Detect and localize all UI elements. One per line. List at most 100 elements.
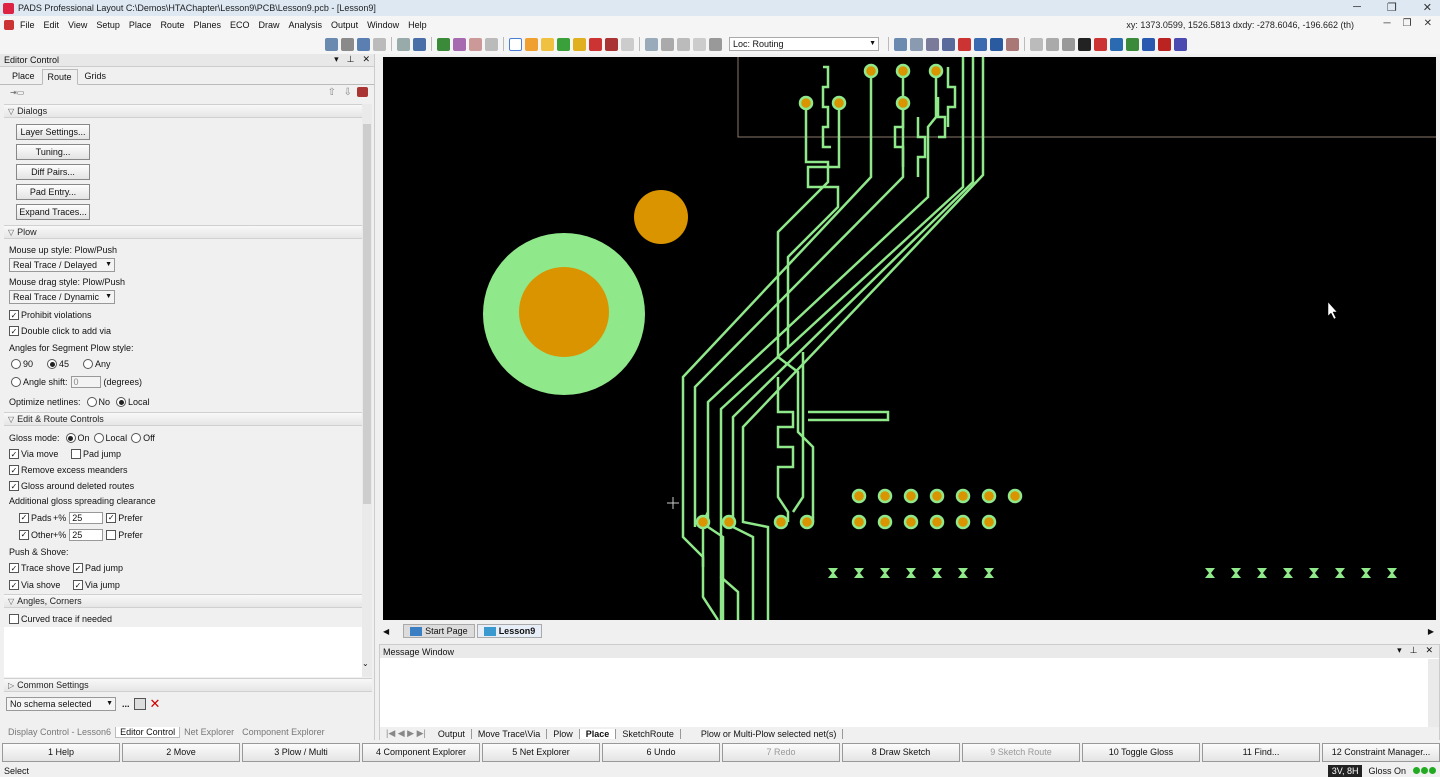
via-shove-checkbox[interactable]: ✓ [9,580,19,590]
fkey-2-move[interactable]: 2 Move [122,743,240,762]
pad-jump-checkbox[interactable] [71,449,81,459]
via-icon[interactable] [1142,37,1155,51]
tab-output[interactable]: Output [432,728,472,739]
restore-icon[interactable]: ❐ [1387,1,1397,14]
drc-icon[interactable] [589,37,602,51]
tab-component-explorer[interactable]: Component Explorer [238,727,329,737]
display-icon[interactable] [437,37,450,51]
editor-scrollbar[interactable] [362,104,372,677]
section-plow[interactable]: ▽ Plow [4,225,366,239]
view-icon[interactable] [469,37,482,51]
fkey-8-draw-sketch[interactable]: 8 Draw Sketch [842,743,960,762]
menu-view[interactable]: View [68,20,87,30]
corner-icon[interactable] [1094,37,1107,51]
move-up-icon[interactable]: ⇧ [328,87,336,98]
fkey-12-constraint-manager[interactable]: 12 Constraint Manager... [1322,743,1440,762]
angle-shift-input[interactable]: 0 [70,376,101,388]
gloss-icon[interactable] [974,37,987,51]
menu-output[interactable]: Output [331,20,358,30]
angle-45-radio[interactable] [47,359,58,369]
curved-checkbox[interactable] [9,614,19,624]
menu-help[interactable]: Help [408,20,427,30]
pcb-canvas[interactable] [383,57,1436,620]
tab-nav-icon[interactable]: |◀ ◀ ▶ ▶| [380,728,432,739]
tab-grids[interactable]: Grids [79,68,113,84]
gloss-on-radio[interactable] [65,433,76,443]
mdi-close-icon[interactable]: ✕ [1424,18,1432,29]
check-icon[interactable] [1158,37,1171,51]
array-icon[interactable] [926,37,939,51]
angle-shift-radio[interactable] [11,377,21,387]
expand-icon[interactable]: ⇥▭ [10,88,24,97]
component-icon[interactable] [894,37,907,51]
fkey-9-sketch-route[interactable]: 9 Sketch Route [962,743,1080,762]
pad-jump2-checkbox[interactable]: ✓ [73,563,83,573]
tab-lesson9[interactable]: Lesson9 [476,624,543,638]
tab-place[interactable]: Place [6,68,41,84]
optimize-no-radio[interactable] [86,397,97,407]
fkey-5-net-explorer[interactable]: 5 Net Explorer [482,743,600,762]
menu-planes[interactable]: Planes [193,20,221,30]
scrollbar-thumb[interactable] [363,124,371,504]
angle-90-radio[interactable] [11,359,21,369]
layer-settings-button[interactable]: Layer Settings... [16,124,90,140]
tuning-button[interactable]: Tuning... [16,144,90,160]
net-icon[interactable] [1078,37,1091,51]
fanout-icon[interactable] [990,37,1003,51]
pads-checkbox[interactable]: ✓ [19,512,29,523]
undo-icon[interactable] [357,37,370,51]
grid-icon[interactable] [485,37,498,51]
tab-route[interactable]: Route [41,69,78,85]
panel-menu-icon[interactable]: ▾ [334,54,339,65]
via-jump-checkbox[interactable]: ✓ [73,580,83,590]
fkey-3-plow[interactable]: 3 Plow / Multi [242,743,360,762]
menu-draw[interactable]: Draw [259,20,280,30]
trace-shove-checkbox[interactable]: ✓ [9,563,19,573]
close-icon[interactable]: ✕ [1423,1,1432,14]
gloss-off-radio[interactable] [131,433,142,443]
tab-sketchroute[interactable]: SketchRoute [616,728,681,739]
redo-icon[interactable] [373,37,386,51]
place-icon[interactable] [525,37,538,51]
diamond-icon[interactable] [557,37,570,51]
panel-menu-icon[interactable]: ▾ [1397,645,1402,656]
part-icon[interactable] [541,37,554,51]
prohibit-checkbox[interactable]: ✓ [9,310,19,320]
zoom-icon[interactable] [645,37,658,51]
tab-plow-selected-nets[interactable]: Plow or Multi-Plow selected net(s) [681,728,844,739]
tab-scroll-right-icon[interactable]: ▶ [1428,627,1434,636]
drc-off-icon[interactable] [605,37,618,51]
panel-close-icon[interactable]: ✕ [1425,645,1433,656]
schema-browse-button[interactable]: ... [122,699,130,709]
tab-display-control[interactable]: Display Control - Lesson6 [4,727,115,737]
fkey-7-redo[interactable]: 7 Redo [722,743,840,762]
tab-net-explorer[interactable]: Net Explorer [180,727,238,737]
fkey-6-undo[interactable]: 6 Undo [602,743,720,762]
section-edit-route[interactable]: ▽ Edit & Route Controls [4,412,366,426]
menu-route[interactable]: Route [160,20,184,30]
sketch-icon[interactable] [1062,37,1075,51]
menu-place[interactable]: Place [129,20,152,30]
delete-schema-icon[interactable]: ✕ [150,697,161,710]
location-dropdown[interactable]: Loc: Routing ▼ [729,37,879,51]
menu-edit[interactable]: Edit [44,20,60,30]
warning-icon[interactable] [573,37,586,51]
tab-editor-control[interactable]: Editor Control [115,726,181,738]
pads-prefer-checkbox[interactable]: ✓ [106,512,117,523]
diff-pairs-button[interactable]: Diff Pairs... [16,164,90,180]
doc-icon[interactable] [4,20,14,30]
double-click-checkbox[interactable]: ✓ [9,326,19,336]
minimize-icon[interactable]: ─ [1353,1,1361,14]
plow-icon[interactable] [1030,37,1043,51]
report-icon[interactable] [1174,37,1187,51]
angle-any-radio[interactable] [83,359,94,369]
zoom-fit-icon[interactable] [677,37,690,51]
tab-move-trace-via[interactable]: Move Trace\Via [472,728,548,739]
menu-analysis[interactable]: Analysis [289,20,323,30]
fkey-1-help[interactable]: 1 Help [2,743,120,762]
move-down-icon[interactable]: ⇩ [344,87,352,98]
hug-icon[interactable] [1110,37,1123,51]
gloss-local-radio[interactable] [93,433,104,443]
menu-file[interactable]: File [20,20,35,30]
fkey-11-find[interactable]: 11 Find... [1202,743,1320,762]
